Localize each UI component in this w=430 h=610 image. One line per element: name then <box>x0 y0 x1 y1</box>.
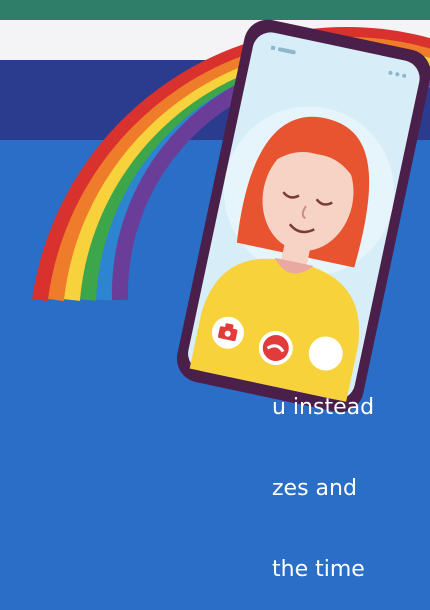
caption-line-3: the time <box>272 557 365 582</box>
caption-text: u instead zes and the time <box>272 340 430 610</box>
top-green-bar <box>0 0 430 20</box>
caption-line-2: zes and <box>272 476 357 501</box>
caption-line-1: u instead <box>272 395 375 420</box>
